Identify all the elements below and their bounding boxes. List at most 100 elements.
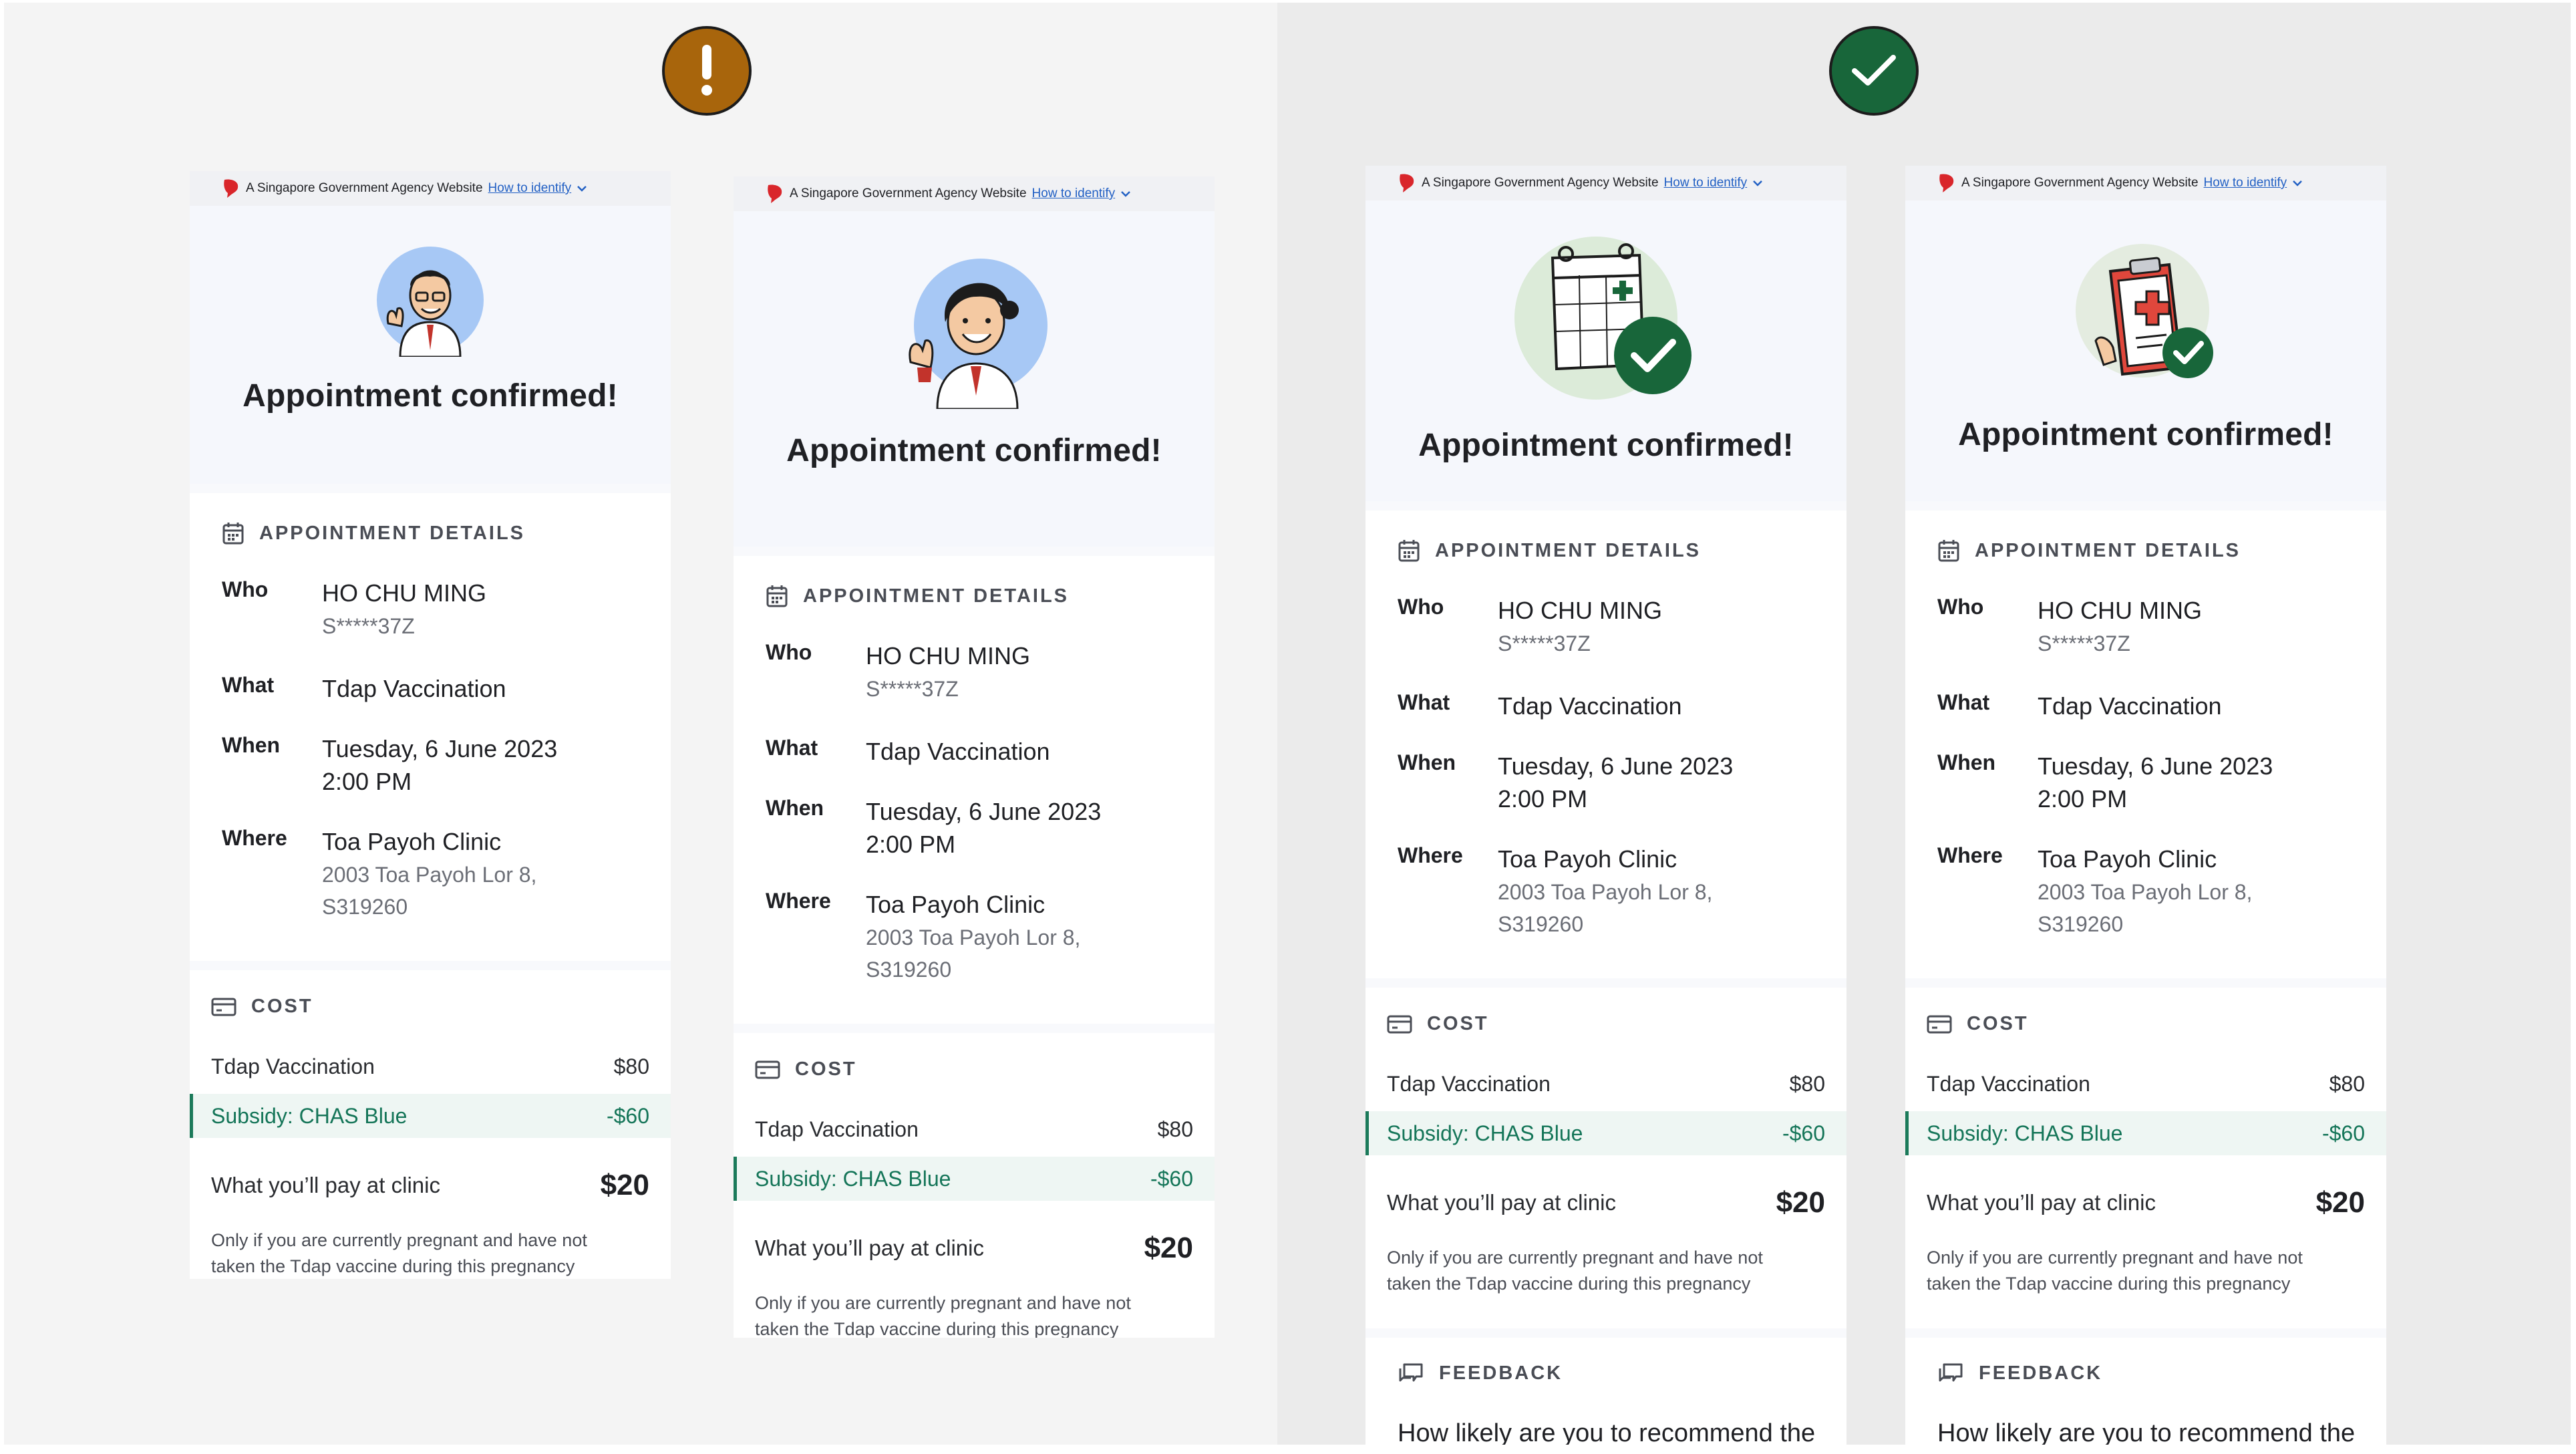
- section-header: APPOINTMENT DETAILS: [734, 556, 1215, 608]
- subsidy-label: Subsidy: CHAS Blue: [755, 1166, 951, 1191]
- cost-item-label: Tdap Vaccination: [211, 1054, 375, 1078]
- hero: Appointment confirmed!: [190, 206, 671, 484]
- clinic-address-line1: 2003 Toa Payoh Lor 8,: [322, 862, 537, 887]
- calendar-icon: [1398, 540, 1420, 562]
- cost-item-label: Tdap Vaccination: [1927, 1071, 2090, 1096]
- success-badge: [1829, 26, 1919, 116]
- chevron-down-icon[interactable]: [2292, 179, 2303, 187]
- what-row: What Tdap Vaccination: [190, 642, 671, 706]
- gov-banner-text: A Singapore Government Agency Website: [790, 186, 1027, 200]
- chevron-down-icon[interactable]: [1120, 190, 1131, 198]
- when-row: When Tuesday, 6 June 2023 2:00 PM: [734, 768, 1215, 861]
- appointment-date: Tuesday, 6 June 2023: [322, 735, 558, 763]
- who-label: Who: [1398, 595, 1444, 619]
- subsidy-amount: -$60: [1150, 1166, 1193, 1191]
- section-title: COST: [795, 1058, 857, 1080]
- feedback-section: FEEDBACK How likely are you to recommend…: [1905, 1338, 2386, 1445]
- where-row: Where Toa Payoh Clinic 2003 Toa Payoh Lo…: [734, 861, 1215, 986]
- appointment-date: Tuesday, 6 June 2023: [2038, 752, 2273, 780]
- where-label: Where: [766, 889, 831, 913]
- how-to-identify-link[interactable]: How to identify: [1032, 186, 1116, 201]
- hero: Appointment confirmed!: [734, 211, 1215, 547]
- hero: Appointment confirmed!: [1905, 200, 2386, 501]
- clinic-name: Toa Payoh Clinic: [1498, 845, 1677, 873]
- when-label: When: [1398, 750, 1456, 775]
- section-header: APPOINTMENT DETAILS: [190, 493, 671, 545]
- what-label: What: [766, 735, 818, 760]
- cost-line-item: Tdap Vaccination $80: [1905, 1035, 2386, 1098]
- clinic-address-line2: S319260: [1498, 911, 1584, 936]
- mobile-screen-2: A Singapore Government Agency Website Ho…: [734, 176, 1215, 1338]
- calendar-icon: [1938, 540, 1959, 562]
- what-label: What: [1398, 690, 1450, 714]
- lion-head-icon: [1400, 174, 1414, 192]
- subsidy-line-item: Subsidy: CHAS Blue -$60: [1365, 1111, 1846, 1155]
- appointment-time: 2:00 PM: [322, 767, 412, 795]
- chevron-down-icon[interactable]: [1752, 179, 1763, 187]
- cost-item-amount: $80: [613, 1054, 649, 1078]
- appointment-time: 2:00 PM: [1498, 784, 1588, 813]
- medical-clipboard-icon: [2076, 244, 2213, 378]
- lion-head-icon: [1939, 174, 1954, 192]
- total-amount: $20: [2315, 1186, 2365, 1219]
- cost-section: COST Tdap Vaccination $80 Subsidy: CHAS …: [190, 970, 671, 1279]
- total-label: What you’ll pay at clinic: [755, 1235, 984, 1260]
- section-title: FEEDBACK: [1979, 1362, 2103, 1384]
- how-to-identify-link[interactable]: How to identify: [1664, 176, 1748, 190]
- what-row: What Tdap Vaccination: [734, 705, 1215, 768]
- patient-id: S*****37Z: [322, 613, 415, 638]
- service-name: Tdap Vaccination: [2038, 692, 2222, 720]
- note-line-2: taken the Tdap vaccine during this pregn…: [755, 1319, 1119, 1338]
- appointment-time: 2:00 PM: [866, 830, 956, 858]
- total-amount: $20: [1144, 1231, 1193, 1264]
- section-header: COST: [1905, 988, 2386, 1035]
- appointment-date: Tuesday, 6 June 2023: [1498, 752, 1734, 780]
- subsidy-line-item: Subsidy: CHAS Blue -$60: [734, 1157, 1215, 1201]
- when-label: When: [766, 796, 824, 821]
- section-title: APPOINTMENT DETAILS: [1435, 539, 1702, 561]
- note-line-2: taken the Tdap vaccine during this pregn…: [1387, 1274, 1751, 1294]
- feedback-question: How likely are you to recommend the: [1398, 1419, 1816, 1445]
- how-to-identify-link[interactable]: How to identify: [488, 181, 572, 196]
- cost-line-item: Tdap Vaccination $80: [1365, 1035, 1846, 1098]
- appointment-details-section: APPOINTMENT DETAILS Who HO CHU MING S***…: [1365, 511, 1846, 978]
- section-title: FEEDBACK: [1439, 1362, 1563, 1384]
- total-row: What you’ll pay at clinic $20: [734, 1201, 1215, 1265]
- feedback-section: FEEDBACK How likely are you to recommend…: [1365, 1338, 1846, 1445]
- page-title: Appointment confirmed!: [243, 378, 618, 414]
- where-label: Where: [222, 826, 287, 851]
- chevron-down-icon[interactable]: [577, 184, 587, 192]
- when-row: When Tuesday, 6 June 2023 2:00 PM: [1365, 722, 1846, 815]
- clinic-name: Toa Payoh Clinic: [2038, 845, 2217, 873]
- note-line-1: Only if you are currently pregnant and h…: [1927, 1248, 2303, 1268]
- credit-card-icon: [755, 1060, 780, 1078]
- cost-section: COST Tdap Vaccination $80 Subsidy: CHAS …: [734, 1033, 1215, 1338]
- section-title: COST: [251, 996, 313, 1017]
- credit-card-icon: [1387, 1015, 1412, 1033]
- note-line-2: taken the Tdap vaccine during this pregn…: [211, 1256, 575, 1277]
- gov-banner: A Singapore Government Agency Website Ho…: [734, 176, 1215, 211]
- total-label: What you’ll pay at clinic: [1387, 1190, 1616, 1215]
- how-to-identify-link[interactable]: How to identify: [2204, 176, 2287, 190]
- section-header: COST: [190, 970, 671, 1018]
- section-title: APPOINTMENT DETAILS: [259, 522, 526, 544]
- when-label: When: [1937, 750, 1996, 775]
- note-line-1: Only if you are currently pregnant and h…: [1387, 1248, 1763, 1268]
- chat-bubbles-icon: [1399, 1363, 1423, 1382]
- chat-bubbles-icon: [1939, 1363, 1963, 1382]
- total-row: What you’ll pay at clinic $20: [1365, 1155, 1846, 1219]
- subsidy-label: Subsidy: CHAS Blue: [211, 1103, 408, 1128]
- total-label: What you’ll pay at clinic: [211, 1173, 440, 1197]
- section-header: FEEDBACK: [1905, 1338, 2386, 1385]
- service-name: Tdap Vaccination: [1498, 692, 1682, 720]
- clinic-address-line1: 2003 Toa Payoh Lor 8,: [866, 925, 1081, 950]
- gov-banner: A Singapore Government Agency Website Ho…: [190, 171, 671, 206]
- patient-id: S*****37Z: [2038, 631, 2130, 656]
- lion-head-icon: [224, 179, 238, 198]
- appointment-date: Tuesday, 6 June 2023: [866, 798, 1102, 826]
- service-name: Tdap Vaccination: [866, 737, 1050, 765]
- appointment-details-section: APPOINTMENT DETAILS Who HO CHU MING S***…: [190, 493, 671, 961]
- where-row: Where Toa Payoh Clinic 2003 Toa Payoh Lo…: [1905, 815, 2386, 940]
- gov-banner-text: A Singapore Government Agency Website: [1422, 176, 1659, 190]
- cost-section: COST Tdap Vaccination $80 Subsidy: CHAS …: [1905, 988, 2386, 1328]
